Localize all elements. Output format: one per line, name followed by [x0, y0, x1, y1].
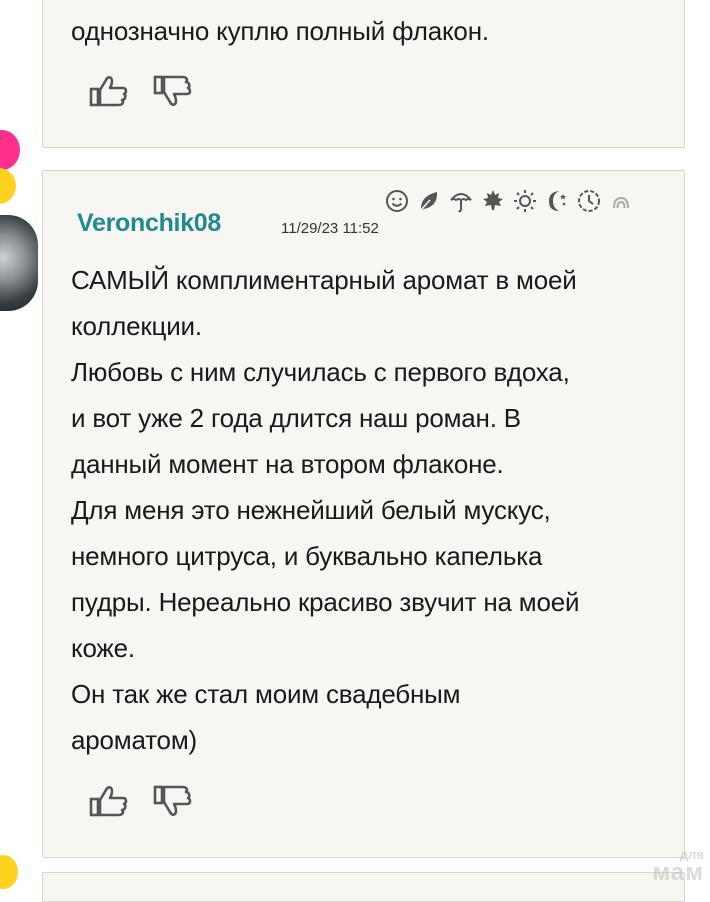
dislike-button[interactable]	[153, 74, 193, 108]
previous-comment-card: однозначно куплю полный флакон.	[42, 0, 685, 148]
comment-line: немного цитруса, и буквально капелька	[71, 541, 543, 571]
rainbow-icon[interactable]	[607, 187, 635, 215]
yellow-balloon-decoration-bottom	[0, 855, 18, 889]
thumbs-down-icon	[153, 785, 192, 816]
comment-timestamp: 11/29/23 11:52	[281, 220, 379, 237]
status-icon-row	[383, 187, 635, 215]
watermark-logo: для мам	[652, 848, 704, 885]
comment-line: пудры. Нереально красиво звучит на моей	[71, 587, 580, 617]
comment-line: и вот уже 2 года длится наш роман. В	[71, 403, 521, 433]
thumbs-down-icon	[153, 75, 192, 106]
like-button[interactable]	[89, 74, 129, 108]
clock-icon[interactable]	[575, 187, 603, 215]
leaf-icon[interactable]	[415, 187, 443, 215]
comment-line: Для меня это нежнейший белый мускус,	[71, 495, 551, 525]
previous-comment-text: однозначно куплю полный флакон.	[71, 16, 489, 46]
comment-line: коже.	[71, 633, 135, 663]
thumbs-up-icon	[89, 76, 128, 107]
watermark-line2: мам	[652, 859, 704, 886]
dislike-button[interactable]	[153, 784, 193, 818]
comment-line: коллекции.	[71, 311, 202, 341]
yellow-balloon-decoration	[0, 168, 16, 204]
comment-line: ароматом)	[71, 725, 197, 755]
comment-line: Любовь с ним случилась с первого вдоха,	[71, 357, 570, 387]
maple-leaf-icon[interactable]	[479, 187, 507, 215]
thumbs-up-icon	[89, 786, 128, 817]
comment-line: Он так же стал моим свадебным	[71, 679, 461, 709]
pink-balloon-decoration	[0, 130, 20, 170]
like-button[interactable]	[89, 784, 129, 818]
comment-line: данный момент на втором флаконе.	[71, 449, 504, 479]
smiley-icon[interactable]	[383, 187, 411, 215]
next-comment-card	[42, 872, 685, 902]
umbrella-icon[interactable]	[447, 187, 475, 215]
comment-card: Veronchik08 11/29/23 11:52 САМЫЙ комплим…	[42, 170, 685, 858]
comment-author[interactable]: Veronchik08	[77, 209, 221, 238]
comment-line: САМЫЙ комплиментарный аромат в моей	[71, 265, 577, 295]
sun-icon[interactable]	[511, 187, 539, 215]
avatar[interactable]	[0, 215, 38, 311]
moon-stars-icon[interactable]	[543, 187, 571, 215]
